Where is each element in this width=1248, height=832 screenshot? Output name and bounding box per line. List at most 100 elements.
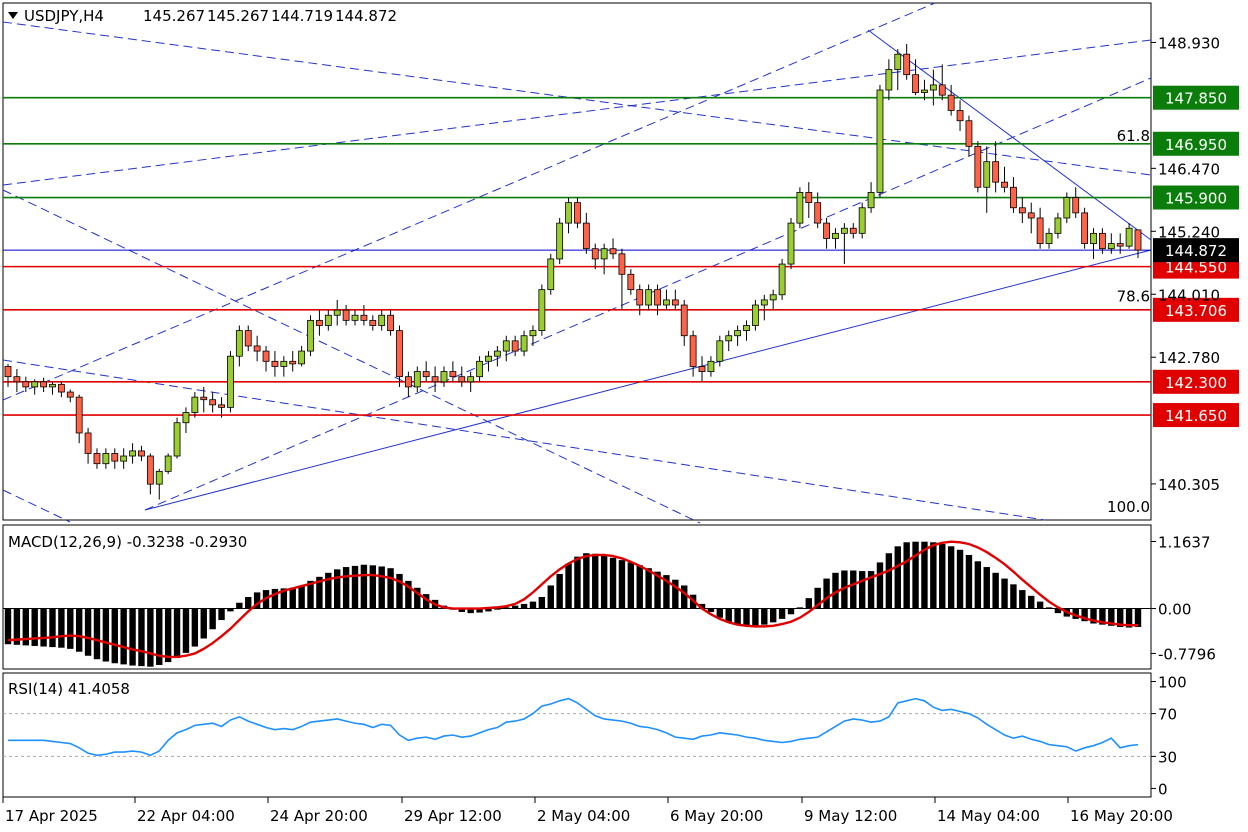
macd-bar-19 (173, 608, 181, 659)
candle-body-80 (716, 340, 724, 362)
macd-bar-66 (592, 553, 599, 609)
candle-body-43 (387, 314, 394, 332)
candle-body-97 (867, 191, 875, 209)
macd-bar-6 (58, 608, 65, 648)
macd-bar-32 (289, 587, 296, 609)
time-tick-label-6: 9 May 12:00 (804, 807, 897, 825)
candle-body-77 (689, 335, 697, 367)
candle-body-53 (476, 360, 483, 378)
macd-bar-27 (245, 597, 252, 609)
candle-body-2 (22, 381, 30, 388)
fib-label-0: 61.8 (1117, 127, 1150, 145)
macd-bar-11 (102, 608, 110, 662)
candle-body-96 (858, 207, 866, 234)
macd-bar-43 (387, 568, 394, 609)
macd-bar-4 (40, 608, 47, 647)
level-tag-text-5: 142.300 (1165, 374, 1227, 392)
macd-bar-109 (974, 561, 982, 609)
macd-bar-100 (894, 546, 901, 609)
candle-body-44 (396, 330, 403, 378)
macd-bar-85 (761, 608, 768, 625)
macd-bar-15 (138, 608, 145, 667)
candle-body-47 (422, 371, 430, 378)
macd-bar-30 (271, 588, 279, 609)
time-tick-label-0: 17 Apr 2025 (5, 807, 98, 825)
candle-body-19 (173, 422, 181, 457)
macd-bar-89 (796, 607, 804, 609)
candle-body-54 (485, 355, 492, 362)
candle-body-69 (618, 253, 626, 275)
candle-body-75 (671, 299, 679, 306)
candle-body-112 (1001, 181, 1008, 188)
macd-bar-116 (1036, 601, 1044, 609)
candle-body-58 (520, 335, 528, 352)
candle-body-85 (760, 299, 768, 306)
candle-body-95 (849, 227, 857, 234)
macd-bar-76 (681, 585, 688, 609)
candle-body-27 (244, 330, 252, 347)
macd-bar-99 (885, 553, 893, 609)
macd-bar-88 (787, 608, 795, 615)
candle-body-11 (102, 453, 110, 465)
usdjpy-h4-chart: 147.850146.950145.900144.550143.706142.3… (0, 0, 1248, 832)
ohlc-high: 145.267 (207, 7, 269, 25)
level-tag-text-0: 147.850 (1165, 90, 1227, 108)
macd-bar-71 (636, 565, 643, 609)
macd-bar-59 (529, 601, 537, 609)
candle-body-123 (1099, 232, 1106, 250)
candle-body-124 (1107, 243, 1115, 250)
macd-bar-26 (236, 602, 243, 609)
macd-bar-18 (164, 608, 172, 663)
candle-body-55 (493, 350, 501, 357)
candle-body-26 (235, 330, 243, 357)
candle-body-56 (502, 340, 510, 352)
macd-tick-label-2: -0.7796 (1158, 645, 1216, 663)
candle-body-71 (636, 289, 644, 306)
candle-body-24 (218, 404, 225, 408)
candle-body-68 (609, 248, 617, 255)
candle-body-0 (4, 366, 12, 378)
macd-bar-107 (956, 549, 964, 609)
macd-bar-7 (67, 608, 74, 649)
candle-body-46 (413, 371, 421, 388)
candle-body-20 (182, 412, 190, 424)
macd-bar-12 (111, 608, 118, 664)
candle-body-30 (271, 360, 279, 367)
macd-bar-98 (876, 562, 884, 609)
current-price-text: 144.872 (1165, 242, 1227, 260)
candle-body-48 (431, 376, 439, 383)
candle-body-113 (1010, 186, 1017, 209)
price-tick-label-2: 145.240 (1158, 223, 1220, 241)
macd-bar-80 (716, 608, 724, 618)
candle-body-16 (146, 455, 154, 485)
candle-body-104 (929, 84, 937, 91)
macd-bar-70 (627, 562, 635, 609)
macd-bar-24 (218, 608, 225, 621)
candle-body-49 (440, 371, 448, 383)
macd-bar-86 (769, 608, 777, 623)
candle-body-66 (591, 248, 599, 260)
candle-body-119 (1063, 197, 1071, 219)
level-tag-text-2: 145.900 (1165, 190, 1227, 208)
candle-body-98 (876, 89, 884, 193)
time-tick-label-2: 24 Apr 20:00 (270, 807, 368, 825)
macd-bar-58 (520, 603, 528, 609)
candle-body-110 (983, 161, 991, 188)
candle-body-25 (227, 355, 234, 408)
macd-bar-114 (1019, 590, 1026, 609)
candle-body-105 (938, 84, 946, 96)
rsi-label: RSI(14) 41.4058 (8, 680, 130, 698)
candle-body-17 (155, 470, 163, 485)
candle-body-51 (458, 376, 466, 383)
candle-body-109 (974, 145, 982, 188)
candle-body-102 (912, 74, 919, 93)
candle-body-74 (663, 299, 670, 306)
fib-label-1: 78.6 (1117, 287, 1150, 305)
candle-body-92 (823, 222, 830, 239)
candle-body-29 (262, 350, 270, 362)
macd-bar-13 (120, 608, 127, 665)
macd-bar-84 (752, 608, 759, 626)
candle-body-40 (360, 314, 368, 321)
price-tick-label-4: 142.780 (1158, 349, 1220, 367)
candle-body-91 (814, 202, 822, 224)
